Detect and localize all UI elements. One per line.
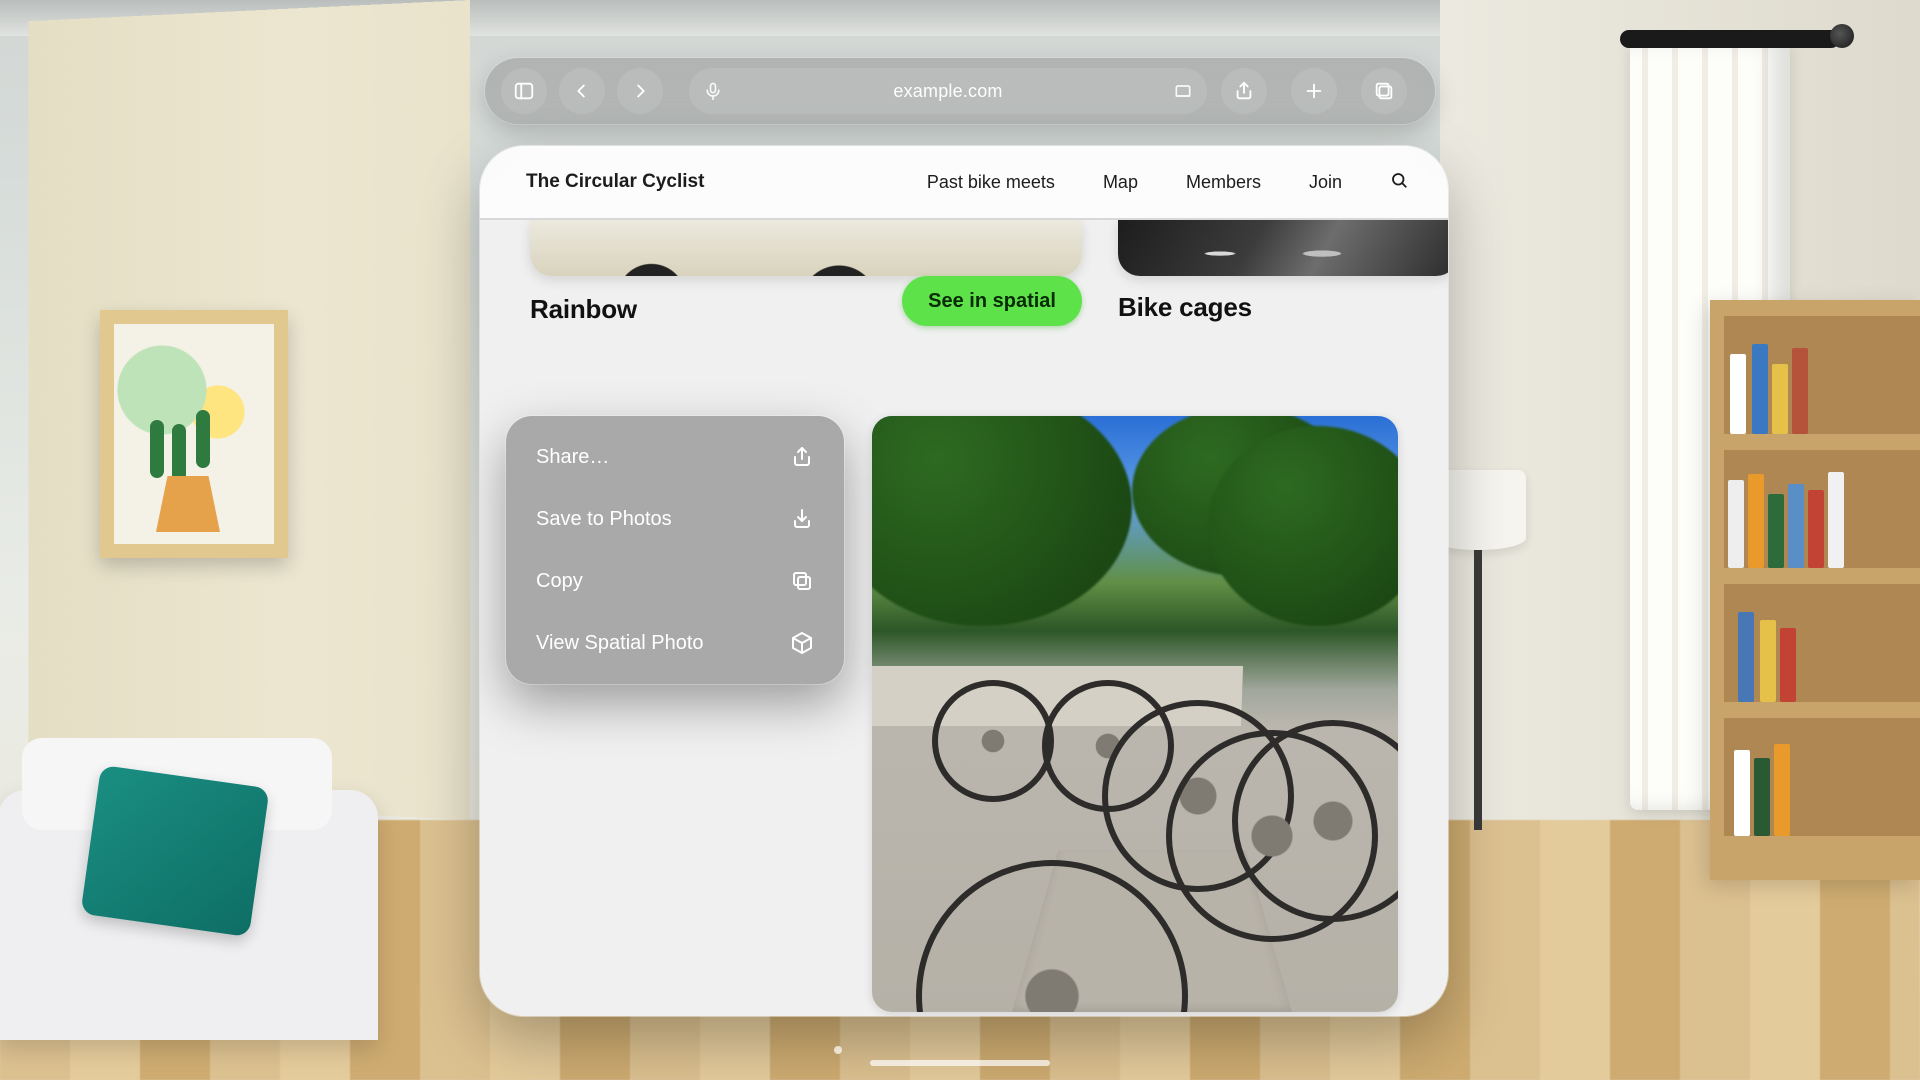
pagination-dot <box>834 1046 842 1054</box>
nav-join[interactable]: Join <box>1309 172 1342 193</box>
plus-icon <box>1303 80 1325 102</box>
card-bike-cages: Bike cages <box>1118 220 1448 323</box>
sofa <box>0 790 378 1040</box>
context-menu-copy[interactable]: Copy <box>514 550 836 612</box>
copy-icon <box>790 569 814 593</box>
share-button[interactable] <box>1221 68 1267 114</box>
share-icon <box>1233 80 1255 102</box>
back-button[interactable] <box>559 68 605 114</box>
context-menu-save-to-photos[interactable]: Save to Photos <box>514 488 836 550</box>
thumbnail-rainbow-bike[interactable] <box>530 220 1082 276</box>
tabs-overview-button[interactable] <box>1361 68 1407 114</box>
search-icon <box>1390 171 1408 189</box>
tabs-icon <box>1373 80 1395 102</box>
bookshelf <box>1710 300 1920 880</box>
context-menu: Share… Save to Photos <box>506 416 844 684</box>
context-menu-view-spatial-photo[interactable]: View Spatial Photo <box>514 612 836 674</box>
nav-map[interactable]: Map <box>1103 172 1138 193</box>
download-icon <box>790 507 814 531</box>
site-search-button[interactable] <box>1390 171 1408 194</box>
forward-button[interactable] <box>617 68 663 114</box>
chevron-right-icon <box>629 80 651 102</box>
nav-past-bike-meets[interactable]: Past bike meets <box>927 172 1055 193</box>
thumbnail-bike-cages[interactable] <box>1118 220 1448 276</box>
wall-art-plant <box>114 324 274 544</box>
share-icon <box>790 445 814 469</box>
reader-mode-icon <box>1173 81 1193 101</box>
sidebar-toggle-button[interactable] <box>501 68 547 114</box>
browser-toolbar: example.com <box>485 58 1435 124</box>
see-in-spatial-button[interactable]: See in spatial <box>902 276 1082 326</box>
address-bar[interactable]: example.com <box>689 68 1207 114</box>
context-menu-share[interactable]: Share… <box>514 426 836 488</box>
wall-art-frame <box>100 310 288 558</box>
card-rainbow-title: Rainbow <box>530 294 637 325</box>
cushion-teal <box>80 765 269 937</box>
browser-window: The Circular Cyclist Past bike meets Map… <box>480 146 1448 1016</box>
site-nav: Past bike meets Map Members Join <box>927 171 1408 194</box>
sidebar-icon <box>513 80 535 102</box>
home-indicator[interactable] <box>870 1060 1050 1066</box>
url-text: example.com <box>731 81 1165 102</box>
context-menu-view-spatial-label: View Spatial Photo <box>536 632 776 655</box>
page-content: Rainbow See in spatial Bike cages Share… <box>480 220 1448 1016</box>
spatial-photo-bikes[interactable] <box>872 416 1398 1012</box>
context-menu-copy-label: Copy <box>536 570 776 593</box>
card-bike-cages-title: Bike cages <box>1118 292 1448 323</box>
curtain-rod <box>1620 30 1840 48</box>
new-tab-button[interactable] <box>1291 68 1337 114</box>
microphone-icon <box>703 81 723 101</box>
context-menu-share-label: Share… <box>536 446 776 469</box>
chevron-left-icon <box>571 80 593 102</box>
context-menu-save-label: Save to Photos <box>536 508 776 531</box>
site-header: The Circular Cyclist Past bike meets Map… <box>480 146 1448 220</box>
nav-members[interactable]: Members <box>1186 172 1261 193</box>
card-rainbow: Rainbow See in spatial <box>530 220 1082 326</box>
cube-icon <box>790 631 814 655</box>
site-title: The Circular Cyclist <box>526 171 704 193</box>
